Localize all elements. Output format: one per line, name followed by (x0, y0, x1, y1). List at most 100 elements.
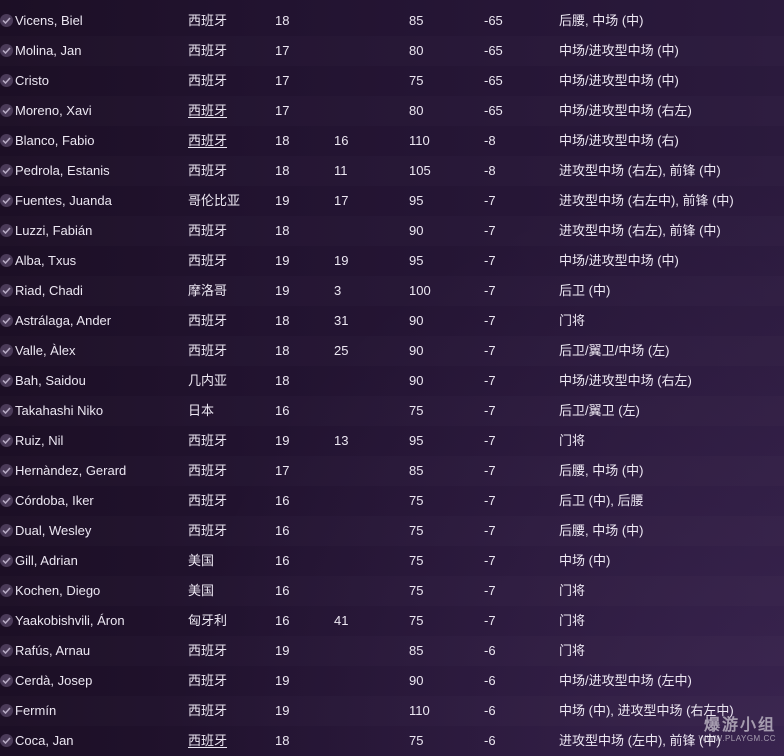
table-row[interactable]: Fuentes, Juanda 哥伦比亚 19 17 95 -7 进攻型中场 (右左中), … (0, 186, 784, 216)
table-row[interactable]: Bah, Saidou 几内亚 18 90 -7 中场/进攻型中场 (右左) (0, 366, 784, 396)
player-nationality[interactable]: 西班牙 (188, 696, 268, 726)
player-change: -7 (484, 583, 496, 598)
check-circle-icon (0, 344, 13, 357)
player-age: 16 (275, 553, 290, 568)
player-squad-number (334, 66, 374, 96)
player-age: 19 (275, 643, 290, 658)
player-nationality[interactable]: 哥伦比亚 (188, 186, 268, 216)
table-row[interactable]: Alba, Txus 西班牙 19 19 95 -7 中场/进攻型中场 (中) (0, 246, 784, 276)
player-nationality[interactable]: 西班牙 (188, 306, 268, 336)
player-nationality[interactable]: 西班牙 (188, 126, 268, 156)
player-value: 90 (409, 343, 424, 358)
player-change: -65 (484, 73, 503, 88)
player-nationality[interactable]: 西班牙 (188, 156, 268, 186)
check-circle-icon (0, 674, 13, 687)
player-position: 中场/进攻型中场 (右左) (559, 103, 692, 118)
check-circle-icon (0, 284, 13, 297)
player-nationality[interactable]: 西班牙 (188, 36, 268, 66)
player-nationality[interactable]: 匈牙利 (188, 606, 268, 636)
player-name: Fuentes, Juanda (15, 193, 112, 208)
table-row[interactable]: Pedrola, Estanis 西班牙 18 11 105 -8 进攻型中场 (右左), … (0, 156, 784, 186)
table-row[interactable]: Astrálaga, Ander 西班牙 18 31 90 -7 门将 (0, 306, 784, 336)
table-row[interactable]: Molina, Jan 西班牙 17 80 -65 中场/进攻型中场 (中) (0, 36, 784, 66)
table-row[interactable]: Valle, Àlex 西班牙 18 25 90 -7 后卫/翼卫/中场 (左) (0, 336, 784, 366)
player-position: 后腰, 中场 (中) (559, 463, 644, 478)
table-row[interactable]: Vicens, Biel 西班牙 18 85 -65 后腰, 中场 (中) (0, 6, 784, 36)
player-change: -6 (484, 733, 496, 748)
table-row[interactable]: Dual, Wesley 西班牙 16 75 -7 后腰, 中场 (中) (0, 516, 784, 546)
player-name: Cristo (15, 73, 49, 88)
player-position: 后卫 (中), 后腰 (559, 493, 644, 508)
table-row[interactable]: Takahashi Niko 日本 16 75 -7 后卫/翼卫 (左) (0, 396, 784, 426)
player-nationality[interactable]: 日本 (188, 396, 268, 426)
table-row[interactable]: Córdoba, Iker 西班牙 16 75 -7 后卫 (中), 后腰 (0, 486, 784, 516)
player-position: 进攻型中场 (右左), 前锋 (中) (559, 223, 721, 238)
table-row[interactable]: Kochen, Diego 美国 16 75 -7 门将 (0, 576, 784, 606)
player-age: 18 (275, 373, 290, 388)
player-age: 18 (275, 733, 290, 748)
player-nationality[interactable]: 西班牙 (188, 426, 268, 456)
player-nationality[interactable]: 美国 (188, 576, 268, 606)
table-row[interactable]: Blanco, Fabio 西班牙 18 16 110 -8 中场/进攻型中场 (右) (0, 126, 784, 156)
player-name: Pedrola, Estanis (15, 163, 110, 178)
player-change: -8 (484, 133, 496, 148)
player-value: 75 (409, 733, 424, 748)
check-circle-icon (0, 194, 13, 207)
player-value: 75 (409, 73, 424, 88)
player-squad-number: 25 (334, 343, 349, 358)
player-position: 门将 (559, 313, 586, 328)
player-change: -7 (484, 433, 496, 448)
table-row[interactable]: Coca, Jan 西班牙 18 75 -6 进攻型中场 (左中), 前锋 (中) (0, 726, 784, 756)
player-value: 90 (409, 373, 424, 388)
table-row[interactable]: Hernàndez, Gerard 西班牙 17 85 -7 后腰, 中场 (中) (0, 456, 784, 486)
player-age: 17 (275, 463, 290, 478)
table-row[interactable]: Moreno, Xavi 西班牙 17 80 -65 中场/进攻型中场 (右左) (0, 96, 784, 126)
player-nationality[interactable]: 美国 (188, 546, 268, 576)
table-row[interactable]: Luzzi, Fabián 西班牙 18 90 -7 进攻型中场 (右左), 前锋 (中) (0, 216, 784, 246)
player-squad-number: 41 (334, 613, 349, 628)
player-name: Alba, Txus (15, 253, 77, 268)
player-nationality[interactable]: 西班牙 (188, 666, 268, 696)
player-nationality[interactable]: 西班牙 (188, 516, 268, 546)
player-nationality[interactable]: 西班牙 (188, 636, 268, 666)
player-change: -7 (484, 403, 496, 418)
player-name: Moreno, Xavi (15, 103, 92, 118)
player-position: 中场/进攻型中场 (中) (559, 253, 679, 268)
player-change: -7 (484, 313, 496, 328)
player-name: Ruiz, Nil (15, 433, 64, 448)
table-row[interactable]: Riad, Chadi 摩洛哥 19 3 100 -7 后卫 (中) (0, 276, 784, 306)
player-nationality[interactable]: 西班牙 (188, 726, 268, 756)
player-value: 85 (409, 463, 424, 478)
player-name: Hernàndez, Gerard (15, 463, 127, 478)
player-nationality[interactable]: 西班牙 (188, 6, 268, 36)
player-position: 中场/进攻型中场 (中) (559, 73, 679, 88)
table-row[interactable]: Fermín 西班牙 19 110 -6 中场 (中), 进攻型中场 (右左中) (0, 696, 784, 726)
table-row[interactable]: Cristo 西班牙 17 75 -65 中场/进攻型中场 (中) (0, 66, 784, 96)
player-nationality[interactable]: 西班牙 (188, 216, 268, 246)
watermark-url: WWW.PLAYGM.CC (698, 734, 776, 743)
player-nationality[interactable]: 西班牙 (188, 66, 268, 96)
player-nationality[interactable]: 几内亚 (188, 366, 268, 396)
player-position: 后卫/翼卫 (左) (559, 403, 640, 418)
player-nationality[interactable]: 西班牙 (188, 246, 268, 276)
table-row[interactable]: Ruiz, Nil 西班牙 19 13 95 -7 门将 (0, 426, 784, 456)
player-change: -7 (484, 223, 496, 238)
player-nationality[interactable]: 西班牙 (188, 456, 268, 486)
table-row[interactable]: Cerdà, Josep 西班牙 19 90 -6 中场/进攻型中场 (左中) (0, 666, 784, 696)
table-row[interactable]: Gill, Adrian 美国 16 75 -7 中场 (中) (0, 546, 784, 576)
player-squad-number (334, 486, 374, 516)
player-value: 80 (409, 43, 424, 58)
player-nationality[interactable]: 西班牙 (188, 336, 268, 366)
player-squad-number: 13 (334, 433, 349, 448)
player-age: 17 (275, 103, 290, 118)
table-row[interactable]: Yaakobishvili, Áron 匈牙利 16 41 75 -7 门将 (0, 606, 784, 636)
table-row[interactable]: Rafús, Arnau 西班牙 19 85 -6 门将 (0, 636, 784, 666)
player-squad-number (334, 576, 374, 606)
player-squad-number (334, 726, 374, 756)
player-value: 90 (409, 673, 424, 688)
player-nationality[interactable]: 西班牙 (188, 486, 268, 516)
player-nationality[interactable]: 摩洛哥 (188, 276, 268, 306)
player-age: 18 (275, 13, 290, 28)
player-name: Dual, Wesley (15, 523, 92, 538)
player-nationality[interactable]: 西班牙 (188, 96, 268, 126)
